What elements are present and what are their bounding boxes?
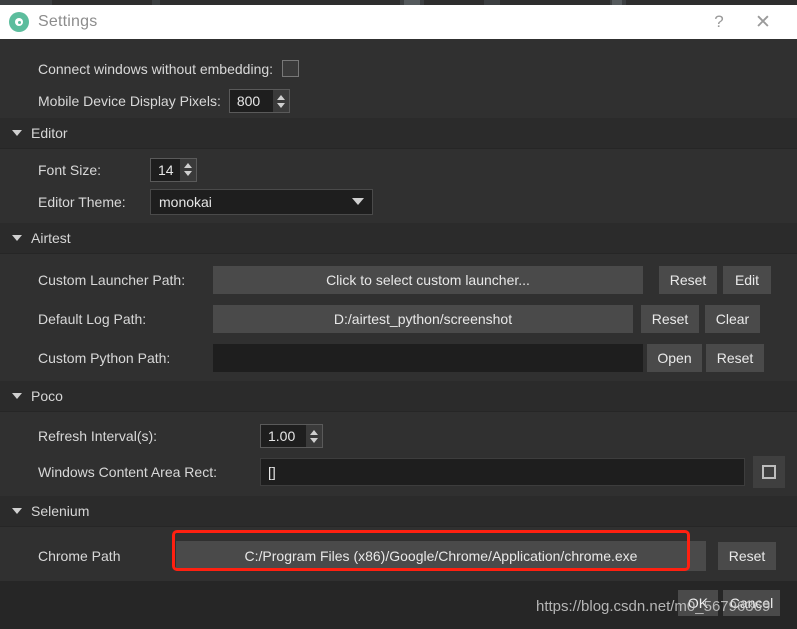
label-custom-launcher-path: Custom Launcher Path:	[38, 271, 186, 288]
input-windows-content-area-rect[interactable]: []	[260, 457, 745, 486]
label-windows-content-area-rect: Windows Content Area Rect:	[38, 463, 217, 480]
row-chrome-path: Chrome Path C:/Program Files (x86)/Googl…	[0, 536, 797, 575]
button-custom-launcher-reset[interactable]: Reset	[659, 265, 717, 294]
field-default-log-path[interactable]: D:/airtest_python/screenshot	[213, 304, 633, 333]
label-font-size: Font Size:	[38, 161, 102, 178]
label-connect-windows: Connect windows without embedding:	[38, 60, 274, 77]
section-header-poco[interactable]: Poco	[0, 381, 797, 412]
spinbox-refresh-interval-value: 1.00	[268, 428, 296, 444]
row-font-size: Font Size: 14	[0, 154, 797, 185]
spinbox-font-size-value: 14	[158, 161, 174, 178]
button-custom-python-reset[interactable]: Reset	[706, 343, 764, 372]
checkbox-connect-windows[interactable]	[282, 60, 300, 77]
field-chrome-path-value: C:/Program Files (x86)/Google/Chrome/App…	[244, 547, 638, 564]
field-custom-python-path[interactable]	[213, 343, 643, 372]
button-select-area[interactable]	[753, 455, 785, 488]
general-rows: Connect windows without embedding: Mobil…	[0, 39, 797, 118]
title-bar: Settings ? ✕	[0, 5, 797, 39]
row-custom-python-path: Custom Python Path: Open Reset	[0, 338, 797, 377]
field-custom-launcher-path-value: Click to select custom launcher...	[326, 271, 530, 288]
section-header-selenium[interactable]: Selenium	[0, 496, 797, 527]
field-chrome-path[interactable]: C:/Program Files (x86)/Google/Chrome/App…	[176, 540, 706, 571]
row-refresh-interval: Refresh Interval(s): 1.00	[0, 420, 797, 452]
label-default-log-path: Default Log Path:	[38, 310, 147, 327]
label-chrome-path: Chrome Path	[38, 547, 121, 564]
input-windows-content-area-rect-value: []	[268, 463, 276, 480]
row-connect-windows: Connect windows without embedding:	[0, 53, 797, 84]
button-default-log-reset[interactable]: Reset	[641, 304, 699, 333]
spinbox-mobile-pixels[interactable]: 800	[228, 89, 290, 113]
close-icon[interactable]: ✕	[741, 5, 785, 39]
field-default-log-path-value: D:/airtest_python/screenshot	[333, 310, 513, 327]
row-default-log-path: Default Log Path: D:/airtest_python/scre…	[0, 299, 797, 338]
title-bar-buttons: ? ✕	[697, 5, 797, 39]
section-rows-airtest: Custom Launcher Path: Click to select cu…	[0, 254, 797, 377]
section-rows-selenium: Chrome Path C:/Program Files (x86)/Googl…	[0, 527, 797, 575]
settings-body: Connect windows without embedding: Mobil…	[0, 39, 797, 581]
spinbox-refresh-interval-arrows[interactable]	[306, 425, 322, 447]
row-editor-theme: Editor Theme: monokai	[0, 185, 797, 218]
spinbox-mobile-pixels-arrows[interactable]	[272, 90, 289, 112]
chevron-down-icon	[352, 198, 364, 205]
spinbox-font-size-arrows[interactable]	[180, 158, 196, 181]
row-mobile-pixels: Mobile Device Display Pixels: 800	[0, 84, 797, 118]
section-title-airtest: Airtest	[31, 230, 71, 246]
field-custom-launcher-path[interactable]: Click to select custom launcher...	[213, 265, 643, 294]
chevron-down-icon	[12, 235, 22, 241]
combobox-editor-theme[interactable]: monokai	[150, 188, 373, 215]
row-custom-launcher-path: Custom Launcher Path: Click to select cu…	[0, 260, 797, 299]
select-area-icon	[762, 464, 776, 479]
chevron-down-icon	[12, 130, 22, 136]
label-mobile-pixels: Mobile Device Display Pixels:	[38, 93, 221, 109]
section-header-airtest[interactable]: Airtest	[0, 223, 797, 254]
section-title-poco: Poco	[31, 388, 63, 404]
chevron-down-icon	[12, 393, 22, 399]
spinbox-refresh-interval[interactable]: 1.00	[260, 424, 323, 448]
section-title-selenium: Selenium	[31, 503, 90, 519]
gear-icon	[9, 12, 29, 32]
button-custom-launcher-edit[interactable]: Edit	[723, 265, 771, 294]
button-chrome-path-reset[interactable]: Reset	[718, 541, 776, 570]
label-custom-python-path: Custom Python Path:	[38, 349, 171, 366]
spinbox-mobile-pixels-value: 800	[236, 93, 261, 109]
window-title: Settings	[38, 13, 98, 30]
chevron-down-icon	[12, 508, 22, 514]
combobox-editor-theme-value: monokai	[159, 193, 212, 210]
settings-dialog: Settings ? ✕ Connect windows without emb…	[0, 0, 797, 629]
section-rows-editor: Font Size: 14 Editor Theme: monokai	[0, 149, 797, 218]
section-rows-poco: Refresh Interval(s): 1.00 Windows Conten…	[0, 412, 797, 491]
section-title-editor: Editor	[31, 125, 68, 141]
label-refresh-interval: Refresh Interval(s):	[38, 428, 158, 444]
section-header-editor[interactable]: Editor	[0, 118, 797, 149]
help-button[interactable]: ?	[697, 5, 741, 39]
button-custom-python-open[interactable]: Open	[647, 343, 702, 372]
spinbox-font-size[interactable]: 14	[150, 157, 197, 182]
row-windows-content-area-rect: Windows Content Area Rect: []	[0, 452, 797, 491]
label-editor-theme: Editor Theme:	[38, 193, 126, 210]
button-default-log-clear[interactable]: Clear	[705, 304, 760, 333]
watermark: https://blog.csdn.net/m0_56796369	[536, 598, 771, 615]
